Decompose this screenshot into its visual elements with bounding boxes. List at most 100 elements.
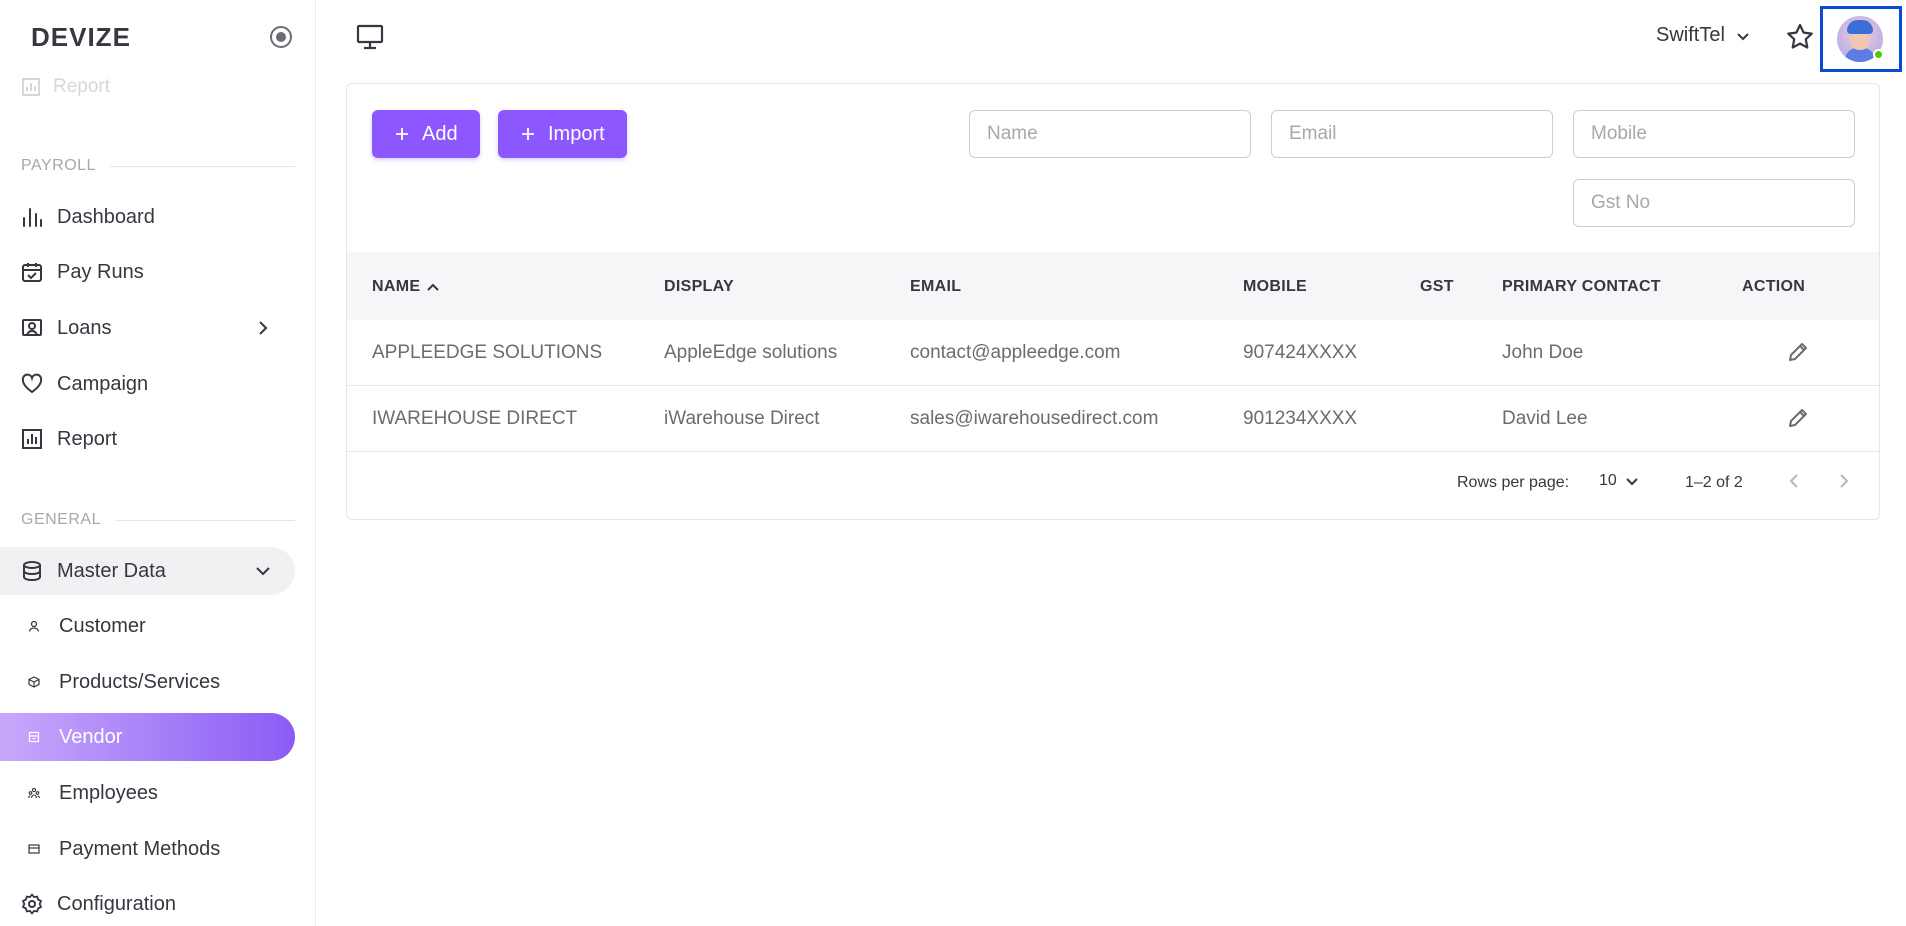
user-avatar-button[interactable] (1820, 6, 1902, 72)
monitor-icon[interactable] (356, 24, 384, 55)
mobile-filter-input[interactable] (1591, 123, 1831, 145)
sidebar-item-master-data[interactable]: Master Data (0, 547, 295, 595)
column-header-primary-contact[interactable]: PRIMARY CONTACT (1502, 278, 1661, 296)
mobile-filter[interactable] (1573, 110, 1855, 158)
sidebar-item-label: Customer (59, 614, 146, 637)
company-selector[interactable]: SwiftTel (1656, 24, 1751, 47)
cell-mobile: 901234XXXX (1243, 408, 1358, 429)
plus-icon (396, 128, 408, 140)
cell-primary-contact: John Doe (1502, 342, 1584, 363)
rows-per-page-label: Rows per page: (1457, 474, 1570, 491)
chevron-down-icon (1737, 32, 1749, 40)
brand-logo: DEVIZE (31, 22, 131, 52)
team-icon (27, 786, 41, 800)
sidebar-item-employees[interactable]: Employees (0, 769, 295, 817)
vendor-card: Add Import NAME DISPLAY EMAIL MOBILE GST… (346, 83, 1880, 520)
gst-filter-input[interactable] (1591, 192, 1831, 214)
cube-icon (27, 675, 41, 689)
table-row[interactable]: IWAREHOUSE DIRECT iWarehouse Direct sale… (347, 386, 1879, 452)
company-name: SwiftTel (1656, 24, 1725, 46)
edit-button[interactable] (1786, 406, 1810, 435)
sidebar-item-label: Payment Methods (59, 837, 221, 860)
section-label: PAYROLL (21, 157, 96, 174)
column-header-display[interactable]: DISPLAY (664, 278, 734, 296)
chevron-right-icon (259, 321, 268, 335)
sidebar-item-label: Configuration (57, 892, 176, 915)
sidebar-item-loans[interactable]: Loans (0, 304, 295, 352)
cell-name: APPLEEDGE SOLUTIONS (372, 342, 603, 363)
bar-chart-icon (21, 206, 43, 228)
sidebar-item-label: Pay Runs (57, 260, 144, 283)
section-general: GENERAL (21, 511, 295, 529)
sidebar-item-label: Report (53, 76, 111, 97)
database-icon (21, 560, 43, 582)
report-chart-icon (22, 78, 40, 96)
sidebar-item-report[interactable]: Report (0, 415, 295, 463)
column-header-name[interactable]: NAME (372, 278, 440, 296)
cell-email: contact@appleedge.com (910, 342, 1121, 363)
store-icon (27, 730, 41, 744)
cell-email: sales@iwarehousedirect.com (910, 408, 1159, 429)
previous-page-button[interactable] (1786, 472, 1804, 495)
sidebar-item-label: Campaign (57, 372, 149, 395)
chevron-down-icon (1626, 478, 1638, 486)
sidebar-item-dashboard[interactable]: Dashboard (0, 193, 295, 241)
sort-ascending-icon (427, 283, 440, 291)
gst-filter[interactable] (1573, 179, 1855, 227)
email-filter-input[interactable] (1289, 123, 1529, 145)
sidebar-item-label: Master Data (57, 559, 166, 582)
calendar-check-icon (21, 261, 43, 283)
chevron-down-icon (256, 567, 270, 576)
sidebar-item-configuration[interactable]: Configuration (0, 880, 295, 926)
cell-primary-contact: David Lee (1502, 408, 1588, 429)
report-chart-icon (21, 428, 43, 450)
sidebar-item-label: Report (57, 427, 118, 450)
rows-per-page-select[interactable]: 10 (1599, 472, 1639, 490)
table-header: NAME DISPLAY EMAIL MOBILE GST PRIMARY CO… (347, 252, 1879, 320)
chevron-left-icon (1789, 474, 1798, 488)
sidebar-item-products-services[interactable]: Products/Services (0, 658, 295, 706)
sidebar: DEVIZE Report PAYROLL Dashboard Pay Runs… (0, 0, 316, 926)
column-header-email[interactable]: EMAIL (910, 278, 961, 296)
user-icon (27, 619, 41, 633)
column-header-gst[interactable]: GST (1420, 278, 1454, 296)
star-icon[interactable] (1785, 22, 1815, 57)
cell-name: IWAREHOUSE DIRECT (372, 408, 578, 429)
pencil-icon (1789, 343, 1807, 361)
email-filter[interactable] (1271, 110, 1553, 158)
plus-icon (522, 128, 534, 140)
sidebar-item-campaign[interactable]: Campaign (0, 360, 295, 408)
section-payroll: PAYROLL (21, 157, 295, 175)
gear-icon (21, 893, 43, 915)
edit-button[interactable] (1786, 340, 1810, 369)
sidebar-item-pay-runs[interactable]: Pay Runs (0, 248, 295, 296)
sidebar-item-payment-methods[interactable]: Payment Methods (0, 825, 295, 873)
table-row[interactable]: APPLEEDGE SOLUTIONS AppleEdge solutions … (347, 320, 1879, 386)
sidebar-item-label: Loans (57, 316, 112, 339)
sidebar-item-vendor[interactable]: Vendor (0, 713, 295, 761)
sidebar-pin-icon[interactable] (270, 26, 292, 48)
pagination: Rows per page: 10 1–2 of 2 (347, 450, 1879, 516)
sidebar-item-customer[interactable]: Customer (0, 602, 295, 650)
sidebar-item-label: Vendor (59, 725, 123, 748)
chevron-right-icon (1840, 474, 1849, 488)
import-button-label: Import (548, 122, 605, 145)
rows-per-page-value: 10 (1599, 472, 1617, 489)
column-header-mobile[interactable]: MOBILE (1243, 278, 1307, 296)
heart-icon (21, 373, 43, 395)
card-icon (27, 842, 41, 856)
column-header-action: ACTION (1742, 278, 1806, 295)
online-status-dot (1873, 49, 1884, 60)
cell-display: iWarehouse Direct (664, 408, 820, 429)
sidebar-item-report-faded[interactable]: Report (21, 76, 110, 98)
name-filter[interactable] (969, 110, 1251, 158)
cell-mobile: 907424XXXX (1243, 342, 1358, 363)
name-filter-input[interactable] (987, 123, 1227, 145)
import-button[interactable]: Import (498, 110, 627, 158)
next-page-button[interactable] (1834, 472, 1852, 495)
sidebar-item-label: Products/Services (59, 670, 221, 693)
cell-display: AppleEdge solutions (664, 342, 838, 363)
id-card-icon (21, 317, 43, 339)
pagination-range: 1–2 of 2 (1685, 474, 1743, 491)
add-button[interactable]: Add (372, 110, 480, 158)
